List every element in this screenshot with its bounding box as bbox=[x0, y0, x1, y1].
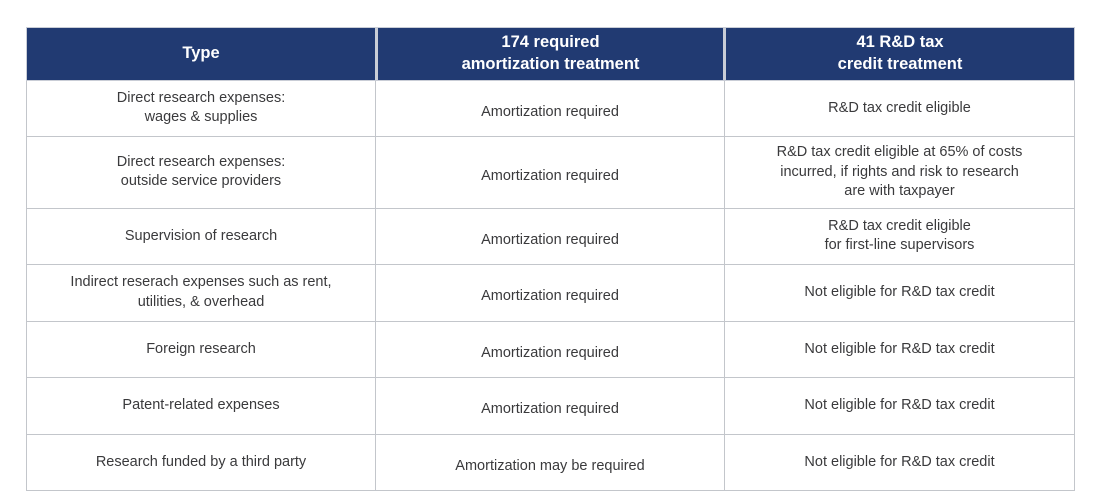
cell-line: Amortization required bbox=[481, 401, 619, 418]
column-header-amortization-line-1: 174 required bbox=[501, 33, 600, 51]
table-body: Direct research expenses: wages & suppli… bbox=[26, 80, 1075, 492]
cell-amortization: Amortization required bbox=[376, 321, 725, 379]
cell-line: R&D tax credit eligible bbox=[828, 217, 971, 234]
cell-line: Foreign research bbox=[146, 340, 256, 357]
cell-line: wages & supplies bbox=[144, 109, 258, 126]
cell-line: Direct research expenses: bbox=[116, 89, 286, 106]
column-header-credit-line-1: 41 R&D tax bbox=[856, 33, 944, 51]
cell-line: Supervision of research bbox=[124, 227, 278, 244]
cell-line: R&D tax credit eligible at 65% of costs bbox=[776, 144, 1023, 161]
cell-line: utilities, & overhead bbox=[137, 293, 265, 310]
cell-amortization: Amortization required bbox=[376, 80, 725, 138]
table-row: Indirect reserach expenses such as rent,… bbox=[26, 265, 1075, 322]
cell-line: Amortization required bbox=[481, 344, 619, 361]
cell-type: Indirect reserach expenses such as rent,… bbox=[26, 265, 376, 322]
cell-line: Patent-related expenses bbox=[122, 397, 280, 414]
cell-type: Direct research expenses: wages & suppli… bbox=[26, 80, 376, 138]
cell-line: Amortization required bbox=[481, 231, 619, 248]
cell-line: R&D tax credit eligible bbox=[828, 99, 971, 116]
comparison-table: Type 174 required amortization treatment… bbox=[26, 27, 1075, 492]
table-row: Supervision of research Amortization req… bbox=[26, 208, 1075, 266]
cell-amortization: Amortization required bbox=[376, 265, 725, 322]
table-row: Direct research expenses: outside servic… bbox=[26, 137, 1075, 209]
table-row: Foreign research Amortization required N… bbox=[26, 321, 1075, 379]
cell-line: for first-line supervisors bbox=[824, 237, 975, 254]
cell-type: Research funded by a third party bbox=[26, 434, 376, 492]
table-row: Research funded by a third party Amortiz… bbox=[26, 434, 1075, 492]
cell-type: Direct research expenses: outside servic… bbox=[26, 137, 376, 209]
cell-line: are with taxpayer bbox=[844, 183, 955, 200]
table-row: Patent-related expenses Amortization req… bbox=[26, 378, 1075, 435]
cell-credit: R&D tax credit eligible for first-line s… bbox=[725, 208, 1075, 266]
table-header: Type 174 required amortization treatment… bbox=[26, 27, 1075, 81]
cell-line: Not eligible for R&D tax credit bbox=[804, 340, 995, 357]
cell-line: incurred, if rights and risk to research bbox=[780, 163, 1019, 180]
cell-amortization: Amortization required bbox=[376, 137, 725, 209]
cell-amortization: Amortization required bbox=[376, 378, 725, 435]
column-header-credit: 41 R&D tax credit treatment bbox=[725, 27, 1075, 81]
cell-line: Not eligible for R&D tax credit bbox=[804, 453, 995, 470]
cell-credit: R&D tax credit eligible bbox=[725, 80, 1075, 138]
cell-credit: Not eligible for R&D tax credit bbox=[725, 265, 1075, 322]
column-header-credit-line-2: credit treatment bbox=[837, 54, 963, 73]
column-header-amortization: 174 required amortization treatment bbox=[376, 27, 725, 81]
column-header-amortization-line-2: amortization treatment bbox=[461, 54, 640, 73]
cell-type: Patent-related expenses bbox=[26, 378, 376, 435]
cell-type: Supervision of research bbox=[26, 208, 376, 266]
cell-credit: Not eligible for R&D tax credit bbox=[725, 434, 1075, 492]
cell-line: Direct research expenses: bbox=[116, 153, 286, 170]
column-header-type: Type bbox=[26, 27, 376, 81]
cell-amortization: Amortization required bbox=[376, 208, 725, 266]
cell-line: Not eligible for R&D tax credit bbox=[804, 284, 995, 301]
cell-line: Research funded by a third party bbox=[95, 453, 307, 470]
cell-type: Foreign research bbox=[26, 321, 376, 379]
cell-amortization: Amortization may be required bbox=[376, 434, 725, 492]
header-row: Type 174 required amortization treatment… bbox=[26, 27, 1075, 81]
cell-line: Indirect reserach expenses such as rent, bbox=[70, 274, 332, 291]
cell-line: Amortization required bbox=[481, 288, 619, 305]
cell-line: Amortization required bbox=[481, 103, 619, 120]
cell-credit: Not eligible for R&D tax credit bbox=[725, 321, 1075, 379]
cell-line: Amortization required bbox=[481, 167, 619, 184]
cell-credit: Not eligible for R&D tax credit bbox=[725, 378, 1075, 435]
cell-line: outside service providers bbox=[120, 173, 282, 190]
table-row: Direct research expenses: wages & suppli… bbox=[26, 80, 1075, 138]
cell-credit: R&D tax credit eligible at 65% of costs … bbox=[725, 137, 1075, 209]
cell-line: Not eligible for R&D tax credit bbox=[804, 397, 995, 414]
cell-line: Amortization may be required bbox=[455, 457, 645, 474]
column-header-type-line-1: Type bbox=[182, 43, 220, 62]
